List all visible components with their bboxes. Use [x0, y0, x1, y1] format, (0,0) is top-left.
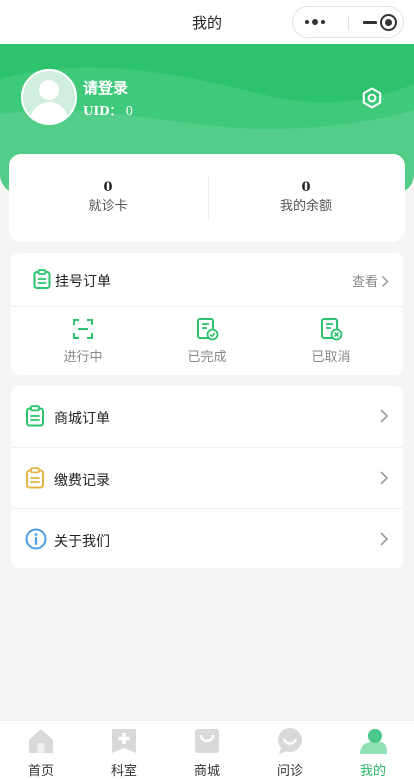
tab-mine[interactable]: 我的	[332, 726, 414, 779]
menu-item-mall-orders[interactable]: 商城订单	[11, 386, 403, 447]
bag-icon	[195, 729, 219, 753]
medical-card-label: 就诊卡	[88, 199, 128, 214]
tab-consultation[interactable]: 问诊	[249, 726, 331, 779]
user-id: UID： 0	[83, 102, 133, 119]
view-all-link[interactable]: 查看	[352, 271, 389, 290]
tab-departments[interactable]: 科室	[83, 726, 165, 779]
close-miniprogram-icon[interactable]	[380, 14, 397, 31]
clipboard-icon	[33, 269, 51, 293]
login-prompt[interactable]: 请登录	[83, 77, 128, 98]
uid-value: 0	[125, 104, 134, 118]
clipboard-icon	[25, 405, 45, 431]
balance-stat[interactable]: 0 我的余额	[207, 180, 405, 215]
clipboard-icon	[25, 467, 45, 493]
stats-card: 0 就诊卡 0 我的余额	[9, 154, 405, 242]
menu-item-label: 商城订单	[54, 411, 110, 427]
minimize-icon[interactable]	[363, 21, 377, 24]
view-all-label: 查看	[351, 275, 378, 290]
tab-label: 商城	[193, 764, 220, 779]
status-in-progress-label: 进行中	[63, 350, 103, 365]
chevron-right-icon	[379, 408, 389, 428]
more-options-icon[interactable]	[305, 17, 327, 27]
uid-label: UID：	[83, 104, 122, 118]
settings-icon[interactable]	[360, 86, 384, 110]
balance-value: 0	[301, 180, 311, 195]
info-icon	[25, 528, 47, 554]
menu-item-label: 缴费记录	[54, 473, 110, 489]
tab-label: 问诊	[276, 764, 303, 779]
menu-item-label: 关于我们	[54, 534, 110, 550]
default-avatar-icon	[29, 80, 69, 123]
menu-list: 商城订单 缴费记录 关于我们	[11, 386, 403, 568]
status-completed[interactable]: 已完成	[142, 317, 272, 365]
balance-label: 我的余额	[279, 199, 332, 214]
tab-label: 我的	[359, 764, 386, 779]
menu-item-payment-records[interactable]: 缴费记录	[11, 447, 403, 508]
mini-program-capsule	[292, 6, 404, 38]
registration-orders-header: 挂号订单 查看	[11, 253, 403, 307]
chat-icon	[278, 728, 302, 754]
bottom-tab-bar: 首页 科室 商城 问诊 我的	[0, 720, 414, 780]
chevron-right-icon	[379, 470, 389, 490]
status-cancelled-label: 已取消	[311, 350, 351, 365]
tab-mall[interactable]: 商城	[166, 726, 248, 779]
chevron-right-icon	[381, 275, 389, 288]
tab-label: 科室	[110, 764, 137, 779]
tab-label: 首页	[27, 764, 54, 779]
home-icon	[29, 729, 53, 753]
medical-card-count: 0	[103, 180, 113, 195]
user-icon	[360, 729, 387, 754]
tab-home[interactable]: 首页	[0, 726, 82, 779]
navigation-bar: 我的	[0, 0, 414, 44]
chevron-right-icon	[379, 531, 389, 551]
scan-icon	[73, 319, 93, 339]
menu-item-about-us[interactable]: 关于我们	[11, 508, 403, 569]
status-cancelled[interactable]: 已取消	[266, 317, 396, 365]
medical-card-stat[interactable]: 0 就诊卡	[9, 180, 207, 215]
plus-icon	[112, 729, 136, 753]
avatar[interactable]	[21, 69, 77, 125]
capsule-divider	[348, 15, 349, 30]
status-in-progress[interactable]: 进行中	[18, 317, 148, 365]
doc-cancel-icon	[321, 318, 343, 341]
registration-orders-card: 挂号订单 查看 进行中 已完成 已取消	[11, 253, 403, 375]
doc-check-icon	[197, 318, 219, 341]
status-completed-label: 已完成	[187, 350, 227, 365]
registration-orders-title: 挂号订单	[55, 274, 111, 290]
